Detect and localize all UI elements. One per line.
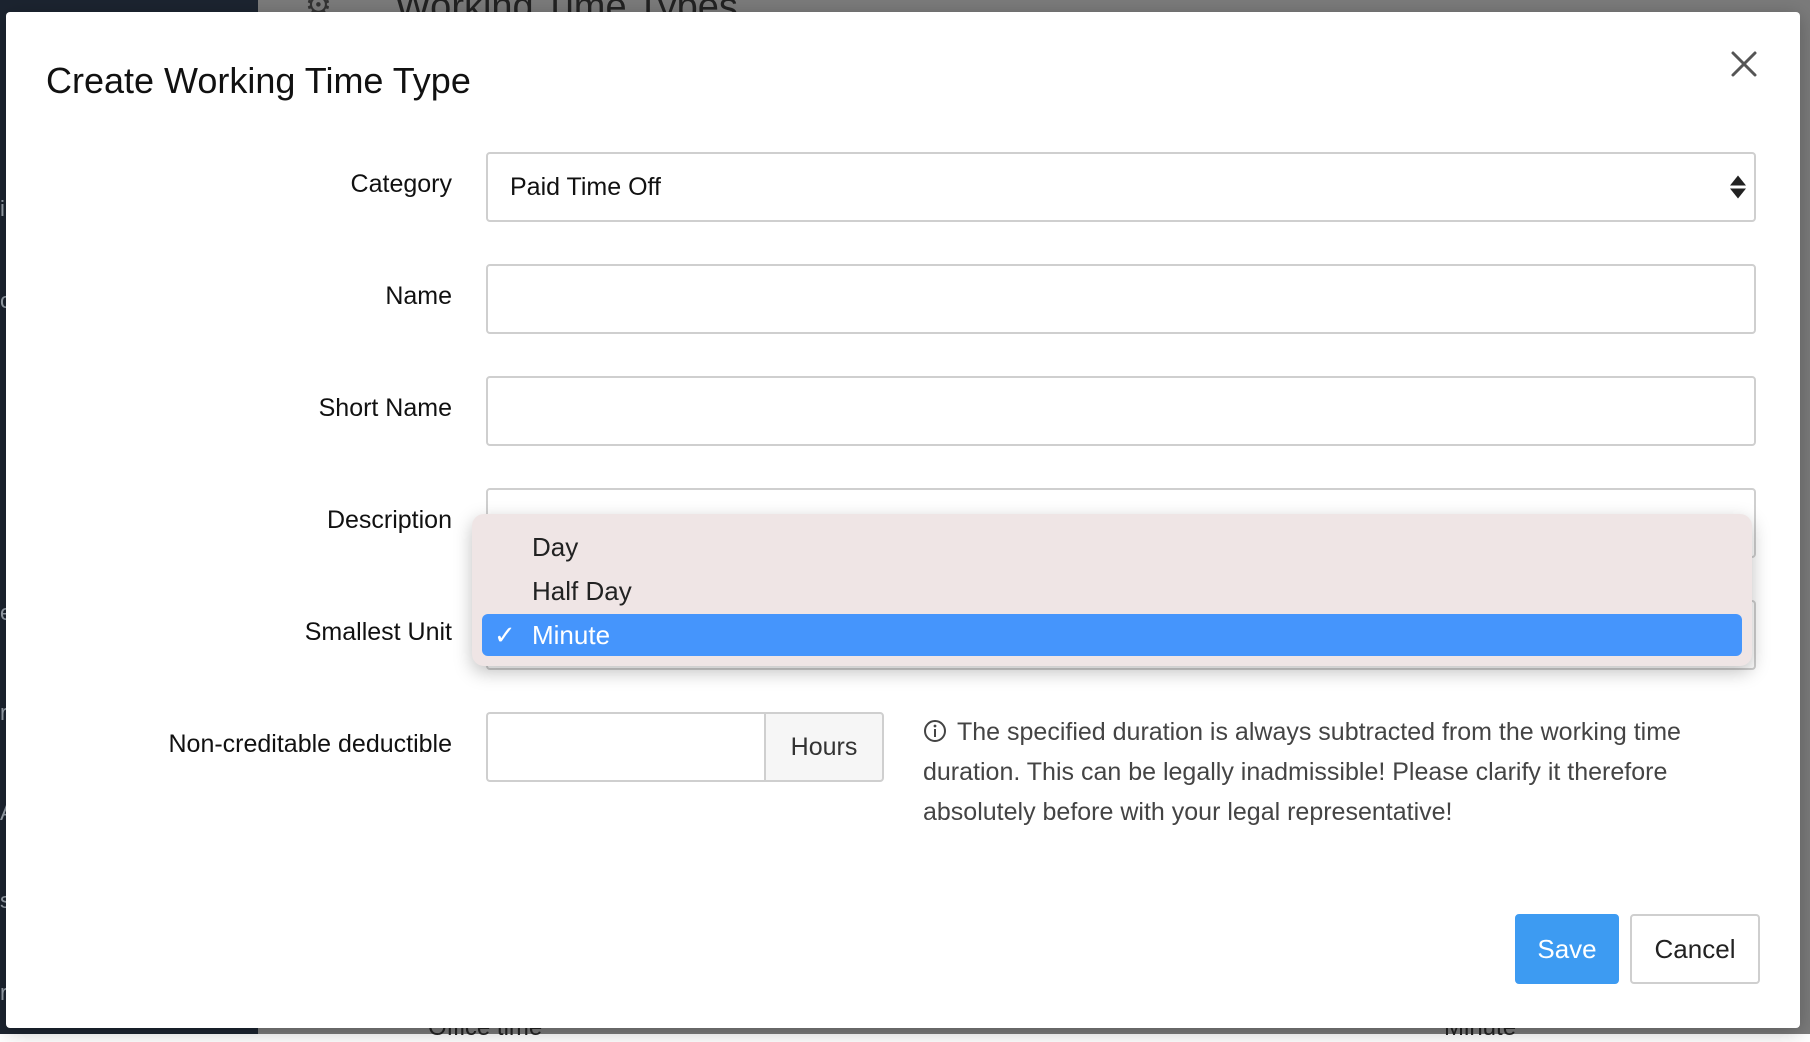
name-input[interactable] <box>486 264 1756 334</box>
dropdown-option-half-day[interactable]: Half Day <box>482 570 1742 612</box>
close-icon <box>1731 51 1757 77</box>
save-button[interactable]: Save <box>1515 914 1619 984</box>
info-icon <box>924 720 946 742</box>
dropdown-option-day[interactable]: Day <box>482 526 1742 568</box>
short-name-label: Short Name <box>318 394 452 422</box>
name-label: Name <box>385 282 452 310</box>
category-label: Category <box>350 170 452 198</box>
deductible-help-text: The specified duration is always subtrac… <box>923 712 1758 832</box>
select-arrows-icon <box>1730 175 1746 199</box>
description-label: Description <box>326 506 452 534</box>
deductible-label: Non-creditable deductible <box>168 730 452 758</box>
deductible-input-group: Hours <box>486 712 884 782</box>
smallest-unit-label: Smallest Unit <box>304 618 452 646</box>
sidebar-fragment: i <box>0 196 5 221</box>
deductible-input[interactable] <box>486 712 764 782</box>
create-working-time-type-modal: Create Working Time Type Category Paid T… <box>6 12 1800 1028</box>
dropdown-option-minute-label: Minute <box>532 620 611 650</box>
cancel-button[interactable]: Cancel <box>1630 914 1760 984</box>
close-button[interactable] <box>1722 42 1766 86</box>
help-text-content: The specified duration is always subtrac… <box>923 718 1681 826</box>
checkmark-icon: ✓ <box>494 620 516 650</box>
modal-title: Create Working Time Type <box>46 60 471 101</box>
category-select[interactable]: Paid Time Off <box>486 152 1756 222</box>
dropdown-option-minute[interactable]: ✓ Minute <box>482 614 1742 656</box>
hours-addon: Hours <box>764 712 884 782</box>
category-selected-value: Paid Time Off <box>510 172 661 201</box>
smallest-unit-dropdown: Day Half Day ✓ Minute <box>472 514 1752 666</box>
short-name-input[interactable] <box>486 376 1756 446</box>
